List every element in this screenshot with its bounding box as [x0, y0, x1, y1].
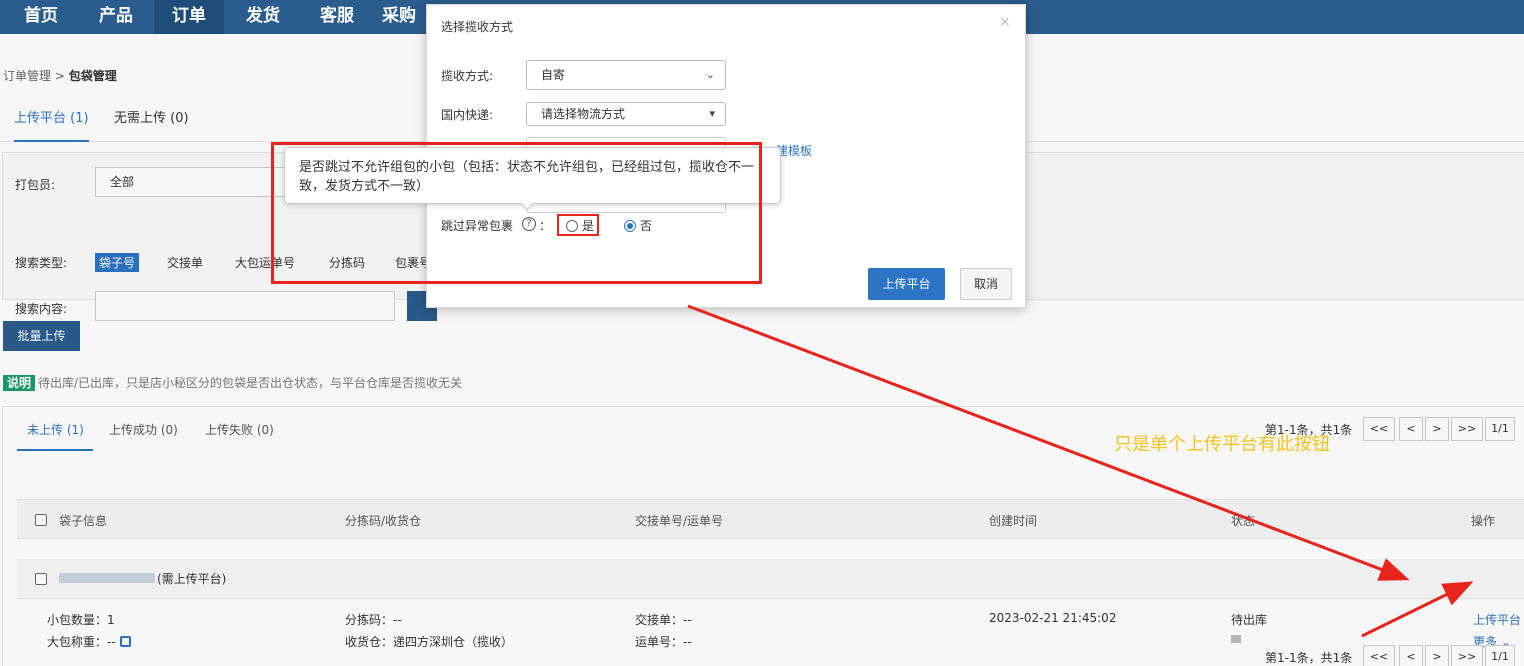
select-all-checkbox[interactable] [35, 514, 47, 526]
nav-item-products[interactable]: 产品 [88, 0, 144, 34]
batch-upload-button[interactable]: 批量上传 [3, 321, 80, 351]
search-content-input[interactable] [95, 291, 395, 321]
pickup-method-select[interactable]: 自寄 ⌄ [526, 60, 726, 90]
radio-skip-no-label: 否 [640, 219, 653, 233]
row-upload-platform-link[interactable]: 上传平台 [1473, 611, 1521, 628]
close-icon[interactable]: × [999, 14, 1011, 30]
tab-upload-success[interactable]: 上传成功 (0) [109, 421, 178, 438]
col-created-time: 创建时间 [989, 514, 1038, 528]
courier-label: 国内快递: [441, 108, 494, 122]
breadcrumb-current: 包袋管理 [68, 69, 117, 83]
col-actions: 操作 [1471, 514, 1496, 528]
pickup-method-value: 自寄 [541, 68, 566, 82]
search-type-label: 搜索类型: [15, 256, 68, 270]
group-checkbox[interactable] [35, 573, 47, 585]
pager-bottom-page-indicator: 1/1 [1485, 645, 1515, 666]
col-bag-info: 袋子信息 [59, 514, 108, 528]
skip-abnormal-text: 跳过异常包裹 [441, 219, 514, 233]
sort-code: 分拣码：-- [345, 613, 402, 627]
annotation-note: 只是单个上传平台有此按钮 [1114, 434, 1330, 455]
note-tag: 说明 [3, 375, 36, 391]
help-icon[interactable]: ? [522, 217, 536, 231]
nav-item-service[interactable]: 客服 [310, 0, 364, 34]
search-type-bag-no[interactable]: 袋子号 [95, 253, 140, 272]
col-handover-waybill: 交接单号/运单号 [635, 514, 724, 528]
skip-tooltip: 是否跳过不允许组包的小包（包括：状态不允许组包，已经组过包，揽收仓不一致，发货方… [284, 147, 781, 204]
create-template-link[interactable]: 建模板 [776, 142, 812, 159]
caret-down-icon: ▾ [709, 107, 715, 120]
radio-skip-no[interactable] [624, 220, 636, 232]
courier-placeholder: 请选择物流方式 [541, 107, 626, 121]
active-tab-indicator [17, 449, 93, 451]
nav-item-shipping[interactable]: 发货 [236, 0, 290, 34]
nav-item-purchase[interactable]: 采购 [372, 0, 426, 34]
search-type-sort-code[interactable]: 分拣码 [325, 253, 369, 272]
pager-bottom: 第1-1条，共1条 << < > >> 1/1 [1265, 645, 1524, 666]
handover-no: 交接单：-- [635, 613, 692, 627]
packer-label: 打包员: [15, 178, 56, 192]
breadcrumb-separator: > [51, 69, 69, 83]
nav-item-orders[interactable]: 订单 [154, 0, 224, 34]
skip-abnormal-colon: ： [539, 219, 552, 233]
col-status: 状态 [1231, 514, 1256, 528]
table-group-row: (需上传平台) [17, 559, 1524, 599]
big-pkg-weight-cell: 大包称重：-- [47, 633, 131, 650]
status-text: 待出库 [1231, 613, 1268, 627]
pager-bottom-last-button[interactable]: >> [1451, 645, 1483, 666]
breadcrumb-parent[interactable]: 订单管理 [3, 69, 51, 83]
pager-page-indicator: 1/1 [1485, 417, 1515, 441]
pager-first-button[interactable]: << [1363, 417, 1395, 441]
upload-platform-button[interactable]: 上传平台 [868, 268, 945, 300]
pager-bottom-prev-button[interactable]: < [1399, 645, 1423, 666]
skip-abnormal-label: 跳过异常包裹 [441, 217, 513, 234]
pager-bottom-info: 第1-1条，共1条 [1265, 651, 1353, 665]
search-type-big-waybill[interactable]: 大包运单号 [231, 253, 299, 272]
radio-skip-yes[interactable] [566, 220, 578, 232]
col-sort-warehouse: 分拣码/收货仓 [345, 514, 422, 528]
created-time: 2023-02-21 21:45:02 [989, 611, 1117, 625]
waybill-no: 运单号：-- [635, 635, 692, 649]
redacted-bag-no [59, 573, 155, 583]
radio-skip-yes-label: 是 [582, 219, 595, 233]
search-type-handover[interactable]: 交接单 [163, 253, 207, 272]
group-label: (需上传平台) [157, 572, 227, 586]
tooltip-arrow [520, 202, 534, 211]
courier-select[interactable]: 请选择物流方式 ▾ [526, 102, 726, 126]
small-pkg-count: 小包数量：1 [47, 613, 115, 627]
edit-icon[interactable] [119, 636, 131, 647]
nav-item-home[interactable]: 首页 [14, 0, 68, 34]
pager-bottom-first-button[interactable]: << [1363, 645, 1395, 666]
cancel-button[interactable]: 取消 [960, 268, 1012, 300]
receiving-warehouse: 收货仓：递四方深圳仓（揽收） [345, 635, 514, 649]
note: 说明 待出库/已出库，只是店小秘区分的包袋是否出仓状态，与平台仓库是否揽收无关 [3, 374, 462, 391]
status-barcode-icon [1231, 635, 1241, 643]
pager-bottom-next-button[interactable]: > [1425, 645, 1449, 666]
modal-title: 选择揽收方式 [441, 20, 514, 34]
tab-upload-failed[interactable]: 上传失败 (0) [205, 421, 274, 438]
breadcrumb: 订单管理 > 包袋管理 [3, 67, 117, 84]
tab-upload-platform[interactable]: 上传平台 (1) [14, 98, 89, 142]
pager-prev-button[interactable]: < [1399, 417, 1423, 441]
table-header: 袋子信息 分拣码/收货仓 交接单号/运单号 创建时间 状态 操作 [17, 499, 1524, 539]
pager-last-button[interactable]: >> [1451, 417, 1483, 441]
pickup-method-label: 揽收方式: [441, 69, 494, 83]
note-text: 待出库/已出库，只是店小秘区分的包袋是否出仓状态，与平台仓库是否揽收无关 [38, 376, 463, 390]
tab-not-uploaded[interactable]: 未上传 (1) [27, 421, 84, 438]
pager-next-button[interactable]: > [1425, 417, 1449, 441]
big-pkg-weight: 大包称重：-- [47, 635, 116, 649]
tab-no-upload[interactable]: 无需上传 (0) [114, 98, 189, 142]
chevron-down-icon: ⌄ [705, 68, 715, 81]
search-content-label: 搜索内容: [15, 302, 68, 316]
